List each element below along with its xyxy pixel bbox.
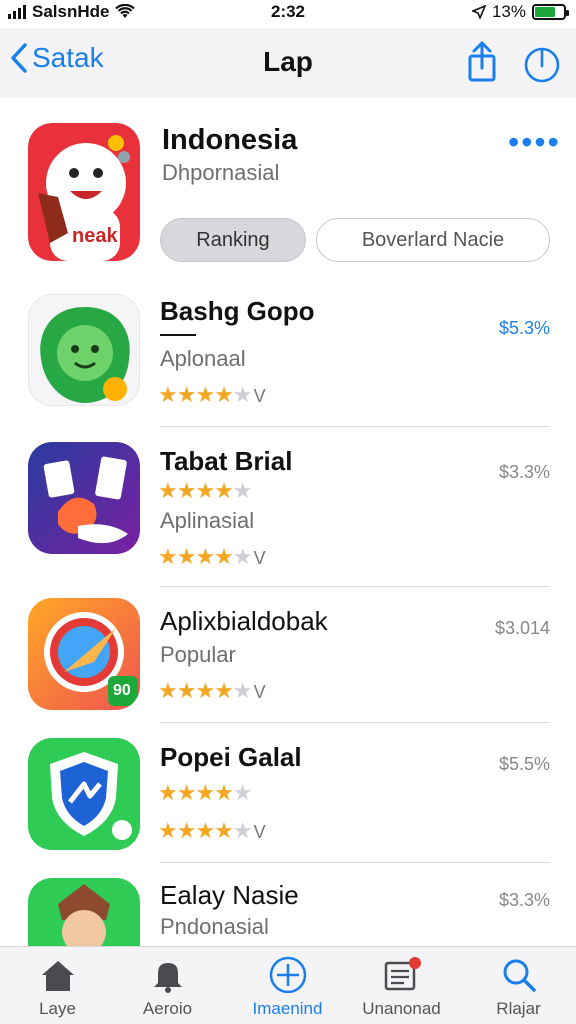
power-button[interactable]	[522, 40, 562, 86]
app-subtitle: Popular	[160, 642, 236, 667]
featured-app: neak Indonesia Dhpornasial •••• Ranking …	[0, 120, 576, 278]
featured-app-subtitle: Dhpornasial	[162, 160, 280, 185]
shield-icon	[28, 738, 140, 850]
tab-add[interactable]: Imaenind	[230, 947, 345, 1024]
tab-search[interactable]: Rlajar	[461, 947, 576, 1024]
tab-label: Rlajar	[496, 999, 541, 1018]
location-icon	[471, 5, 486, 19]
app-title: Popei Galal	[160, 742, 302, 772]
back-label: Satak	[32, 42, 104, 73]
photo-bird-icon	[28, 442, 140, 554]
tab-bar: Laye Aeroio Imaenind Unanonad Rlajar	[0, 946, 576, 1024]
app-title: Tabat Brial	[160, 446, 293, 476]
add-circle-icon	[269, 956, 306, 994]
row-divider	[160, 862, 550, 863]
rating-suffix: V	[253, 386, 266, 406]
app-subtitle: Aplinasial	[160, 508, 255, 533]
rating-suffix: V	[253, 822, 266, 842]
badge-text: 90	[113, 682, 131, 699]
rating-stars-primary: ★★★★★	[158, 478, 253, 503]
home-icon	[41, 961, 74, 991]
status-right: 13%	[471, 2, 569, 22]
app-row[interactable]: Bashg Gopo Aplonaal ★★★★★ V $5.3%	[0, 292, 576, 427]
app-title: Bashg Gopo	[160, 296, 315, 326]
share-button[interactable]	[462, 40, 502, 86]
search-icon	[503, 959, 536, 992]
rating-stars: ★★★★★ V	[158, 818, 266, 843]
navigation-bar: Satak Lap	[0, 28, 576, 98]
tab-label: Imaenind	[252, 999, 323, 1018]
featured-app-icon[interactable]: neak	[28, 123, 140, 261]
app-row[interactable]: Ealay Nasie Pndonasial $3.3%	[0, 876, 576, 946]
bell-icon	[153, 963, 182, 993]
row-divider	[160, 722, 550, 723]
battery-percent: 13%	[491, 2, 526, 21]
app-subtitle: Pndonasial	[160, 914, 269, 939]
app-title: Aplixbialdobak	[160, 606, 328, 636]
rating-stars: ★★★★★ V	[158, 544, 266, 569]
title-underline	[160, 334, 196, 336]
status-bar: SalsnHde 2:32 13%	[0, 0, 576, 24]
power-icon	[524, 47, 560, 83]
rating-stars: ★★★★★ V	[158, 678, 266, 703]
tab-label: Aeroio	[142, 999, 193, 1018]
app-row[interactable]: 90 Aplixbialdobak Popular ★★★★★ V $3.014	[0, 598, 576, 723]
more-options-button[interactable]: ••••	[508, 126, 561, 158]
tab-label: Unanonad	[362, 999, 441, 1018]
segment-ranking[interactable]: Ranking	[160, 218, 306, 262]
chevron-left-icon	[11, 43, 27, 73]
app-subtitle: Aplonaal	[160, 346, 246, 371]
app-title: Ealay Nasie	[160, 880, 299, 910]
segment-secondary[interactable]: Boverlard Nacie	[316, 218, 550, 262]
tab-news[interactable]: Unanonad	[344, 947, 459, 1024]
app-price[interactable]: $3.014	[495, 618, 550, 639]
rating-suffix: V	[253, 548, 266, 568]
green-monster-icon	[28, 294, 140, 406]
character-icon	[28, 878, 140, 946]
app-price[interactable]: $5.5%	[499, 754, 550, 775]
more-dots-icon: ••••	[508, 124, 561, 160]
featured-icon-text: neak	[72, 225, 118, 247]
back-button[interactable]: Satak	[10, 42, 104, 74]
row-divider	[160, 586, 550, 587]
battery-icon	[532, 4, 569, 20]
rating-suffix: V	[253, 682, 266, 702]
app-row[interactable]: Popei Galal ★★★★★ ★★★★★ V $5.5%	[0, 736, 576, 863]
share-icon	[468, 40, 496, 82]
rating-stars: ★★★★★ V	[158, 382, 266, 407]
rating-stars-primary: ★★★★★	[158, 780, 253, 805]
app-price[interactable]: $3.3%	[499, 462, 550, 483]
app-price[interactable]: $3.3%	[499, 890, 550, 911]
app-row[interactable]: Tabat Brial ★★★★★ Aplinasial ★★★★★ V $3.3…	[0, 442, 576, 587]
app-price[interactable]: $5.3%	[499, 318, 550, 339]
featured-app-title: Indonesia	[162, 124, 298, 156]
tab-label: Laye	[39, 999, 76, 1018]
compass-icon: 90	[28, 598, 140, 710]
tab-home[interactable]: Laye	[0, 947, 115, 1024]
news-icon	[384, 957, 421, 991]
row-divider	[160, 426, 550, 427]
tab-alerts[interactable]: Aeroio	[110, 947, 225, 1024]
